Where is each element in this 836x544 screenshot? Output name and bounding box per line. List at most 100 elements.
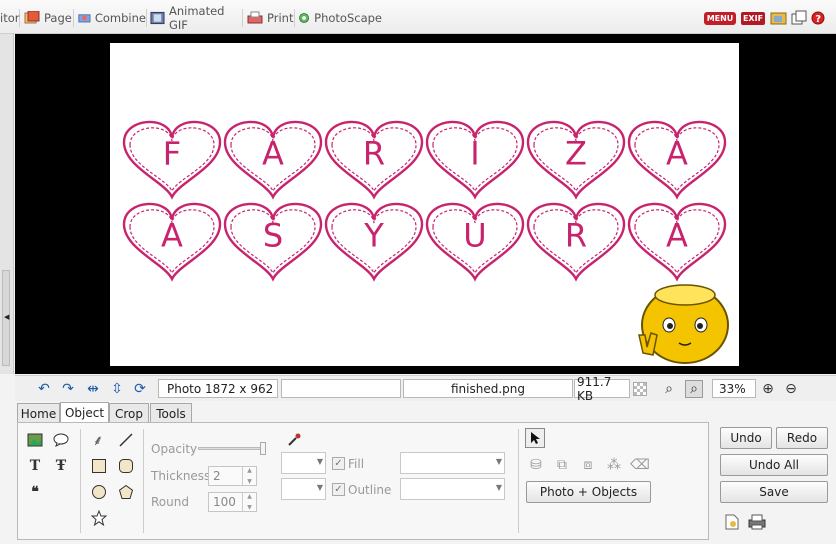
fill-checkbox[interactable]: ✓: [332, 457, 345, 470]
heart-letter-text: R: [363, 134, 385, 172]
printer-icon: [247, 11, 263, 24]
photo-canvas[interactable]: F A R I Z A A S Y U R A: [110, 43, 739, 366]
tab-crop[interactable]: Crop: [109, 403, 149, 423]
film-icon: [150, 11, 165, 25]
dropdown-arrow-icon: ▼: [495, 483, 502, 492]
rounded-rect-tool-icon[interactable]: [116, 456, 136, 476]
panel-collapse-handle[interactable]: ◀: [2, 270, 10, 366]
redo-button[interactable]: Redo: [776, 427, 828, 449]
refresh-icon[interactable]: ⟳: [131, 380, 149, 398]
delete-object-icon[interactable]: ⌫: [630, 455, 650, 475]
heart-letter: Z: [526, 120, 626, 200]
svg-text:?: ?: [815, 14, 821, 25]
outline-style-dropdown[interactable]: ▼: [400, 478, 505, 500]
dropdown-arrow-icon: ▼: [316, 483, 323, 492]
zoom-in-icon[interactable]: ⊕: [759, 380, 777, 398]
heart-letter-text: A: [161, 216, 183, 254]
zoom-fit-icon[interactable]: ⌕: [660, 380, 678, 398]
save-button[interactable]: Save: [720, 481, 828, 503]
document-settings-icon[interactable]: [722, 512, 742, 532]
star-tool-icon[interactable]: [89, 508, 109, 528]
send-back-icon[interactable]: ⧈: [578, 455, 598, 475]
help-icon[interactable]: ?: [811, 11, 825, 25]
fill-label: Fill: [348, 457, 365, 471]
tab-home[interactable]: Home: [17, 403, 60, 423]
zoom-out-icon[interactable]: ⊖: [782, 380, 800, 398]
menu-button[interactable]: MENU: [704, 11, 736, 25]
flip-horizontal-icon[interactable]: ⇹: [84, 380, 102, 398]
layer-stack-icon[interactable]: ⛁: [526, 455, 546, 475]
heart-letter-text: S: [263, 216, 283, 254]
flip-vertical-icon[interactable]: ⇳: [108, 380, 126, 398]
text-tool-icon[interactable]: T: [25, 456, 45, 476]
eyedropper-icon[interactable]: [284, 430, 304, 450]
magic-brush-icon[interactable]: ⸙: [88, 430, 108, 450]
file-size-readout: 911.7 KB: [574, 375, 630, 403]
folder-photo-icon[interactable]: [770, 10, 788, 26]
tab-tools[interactable]: Tools: [150, 403, 192, 423]
photo-viewer[interactable]: F A R I Z A A S Y U R A: [15, 34, 836, 374]
rotate-left-icon[interactable]: ↶: [35, 380, 53, 398]
bring-front-icon[interactable]: ⧉: [552, 455, 572, 475]
stepper-arrows[interactable]: ▲ ▼: [242, 493, 256, 511]
rotate-right-icon[interactable]: ↷: [59, 380, 77, 398]
copy-window-icon[interactable]: [791, 10, 807, 26]
heart-letter: A: [627, 120, 727, 200]
arrow-left-icon: ◀: [4, 313, 10, 321]
opacity-slider-thumb[interactable]: [260, 442, 266, 455]
dropdown-arrow-icon: ▼: [495, 457, 502, 466]
divider: [518, 429, 519, 533]
text-style-tool-icon[interactable]: Ŧ: [51, 456, 71, 476]
file-name-readout: finished.png: [403, 379, 573, 398]
heart-letter-text: U: [463, 216, 486, 254]
pentagon-tool-icon[interactable]: [116, 482, 136, 502]
heart-letter-text: Y: [363, 216, 384, 254]
heart-letter: S: [223, 202, 323, 282]
zoom-level-readout: 33%: [712, 379, 756, 398]
tab-print[interactable]: Print: [247, 9, 295, 27]
page-icon: [24, 11, 40, 24]
speech-balloon-icon[interactable]: [51, 430, 71, 450]
round-stepper[interactable]: 100 ▲ ▼: [208, 492, 257, 512]
left-panel-strip: ◀: [0, 34, 14, 374]
select-arrow-icon[interactable]: [525, 428, 545, 448]
heart-letter: A: [627, 202, 727, 282]
transparency-icon[interactable]: [633, 382, 647, 396]
fill-color-dropdown[interactable]: ▼: [281, 452, 326, 474]
photo-objects-button[interactable]: Photo + Objects: [526, 481, 651, 503]
heart-letter: F: [122, 120, 222, 200]
outline-color-dropdown[interactable]: ▼: [281, 478, 326, 500]
fill-style-dropdown[interactable]: ▼: [400, 452, 505, 474]
photo-size-readout: Photo 1872 x 962: [158, 379, 278, 398]
divider: [80, 429, 81, 533]
line-tool-icon[interactable]: [116, 430, 136, 450]
heart-letter-text: R: [565, 216, 587, 254]
rectangle-tool-icon[interactable]: [89, 456, 109, 476]
print-icon[interactable]: [747, 512, 767, 532]
exif-button[interactable]: EXIF: [741, 11, 765, 25]
tab-photoscape[interactable]: PhotoScape: [298, 9, 382, 27]
quote-icon[interactable]: ❝: [25, 482, 45, 502]
tab-page[interactable]: Page: [24, 9, 74, 27]
heart-letter: U: [425, 202, 525, 282]
opacity-slider[interactable]: [198, 442, 266, 455]
undo-button[interactable]: Undo: [720, 427, 772, 449]
tab-label: PhotoScape: [314, 11, 382, 25]
heart-letter: A: [122, 202, 222, 282]
outline-checkbox[interactable]: ✓: [332, 483, 345, 496]
status-bar: ↶ ↷ ⇹ ⇳ ⟳ Photo 1872 x 962 finished.png …: [15, 375, 836, 403]
tab-editor[interactable]: itor: [0, 9, 20, 27]
hearts-artwork: F A R I Z A A S Y U R A: [122, 120, 729, 364]
zoom-actual-icon[interactable]: ⌕: [685, 380, 703, 398]
tab-object[interactable]: Object: [60, 402, 109, 423]
group-objects-icon[interactable]: ⁂: [604, 455, 624, 475]
undo-all-button[interactable]: Undo All: [720, 454, 828, 476]
tab-animated-gif[interactable]: Animated GIF: [150, 4, 243, 32]
thickness-stepper[interactable]: 2 ▲ ▼: [208, 466, 257, 486]
stepper-arrows[interactable]: ▲ ▼: [242, 467, 256, 485]
object-panel: T Ŧ ❝ ⸙ Opacity Thickness 2 ▲ ▼ Round 100 ▲…: [17, 422, 709, 540]
heart-letter-text: A: [666, 216, 688, 254]
ellipse-tool-icon[interactable]: [89, 482, 109, 502]
tab-combine[interactable]: Combine: [78, 9, 147, 27]
photo-object-icon[interactable]: [25, 430, 45, 450]
